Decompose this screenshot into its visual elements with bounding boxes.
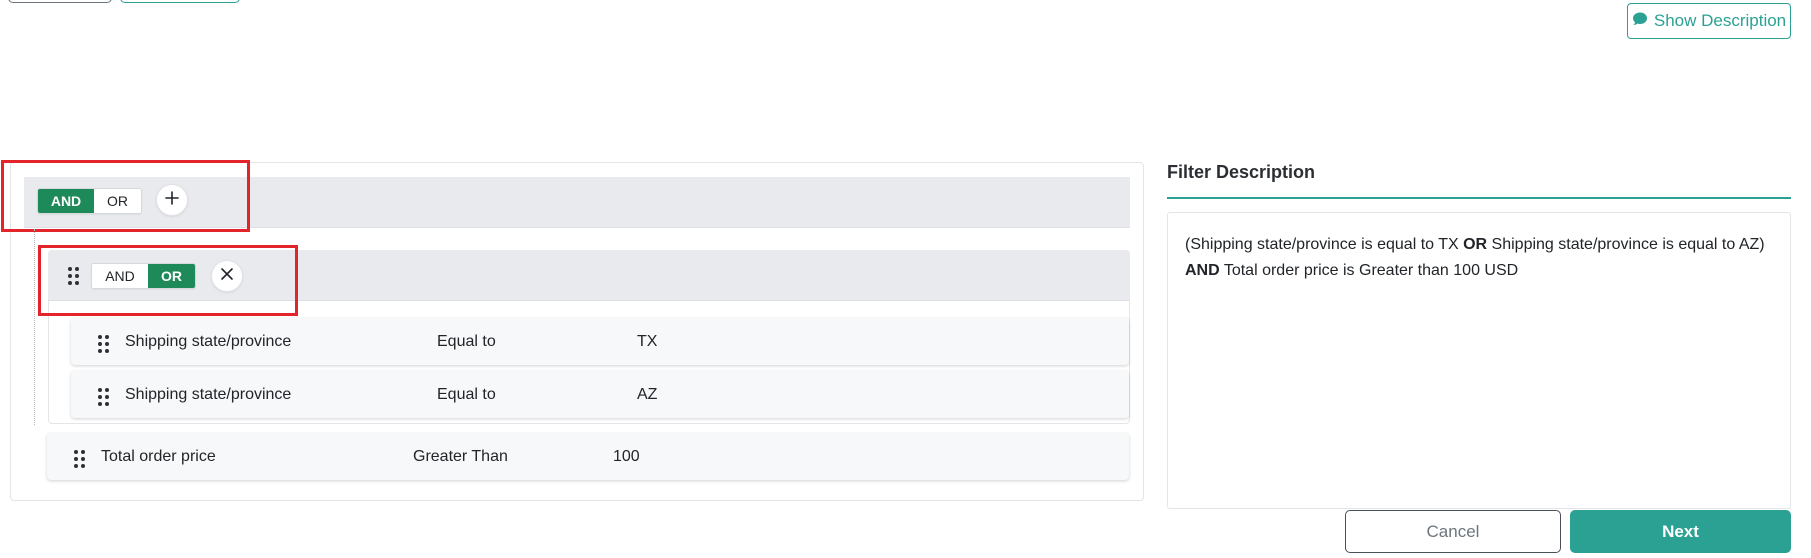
close-icon: [219, 266, 235, 287]
root-and-or-toggle: AND OR: [37, 188, 142, 214]
tree-line: [34, 229, 35, 425]
nested-and-button[interactable]: AND: [92, 264, 148, 288]
add-rule-button[interactable]: [156, 184, 188, 216]
rule-field[interactable]: Total order price: [101, 448, 216, 466]
root-and-button[interactable]: AND: [38, 189, 94, 213]
rule-row: Shipping state/province Equal to AZ: [71, 371, 1129, 418]
rule-row: Shipping state/province Equal to TX: [71, 318, 1129, 365]
drag-handle-icon[interactable]: [98, 335, 109, 353]
drag-handle-icon[interactable]: [74, 450, 85, 468]
nested-or-button[interactable]: OR: [148, 264, 195, 288]
rule-value[interactable]: TX: [637, 333, 657, 351]
partial-button-left[interactable]: [8, 0, 112, 3]
root-group-header: [24, 177, 1130, 228]
show-description-label: Show Description: [1653, 11, 1787, 30]
rule-row: Total order price Greater Than 100: [47, 433, 1129, 480]
comment-icon: [1632, 11, 1648, 32]
filter-description-box: (Shipping state/province is equal to TX …: [1167, 212, 1791, 509]
drag-handle-icon[interactable]: [68, 267, 79, 285]
rule-operator[interactable]: Greater Than: [413, 448, 508, 466]
rule-value[interactable]: 100: [613, 448, 640, 466]
filter-description-title: Filter Description: [1167, 162, 1316, 182]
cancel-button[interactable]: Cancel: [1345, 510, 1561, 553]
rule-field[interactable]: Shipping state/province: [125, 386, 291, 404]
drag-handle-icon[interactable]: [98, 388, 109, 406]
show-description-button[interactable]: Show Description: [1627, 3, 1791, 39]
rule-operator[interactable]: Equal to: [437, 333, 496, 351]
rule-field[interactable]: Shipping state/province: [125, 333, 291, 351]
rule-value[interactable]: AZ: [637, 386, 657, 404]
next-button[interactable]: Next: [1570, 510, 1791, 553]
partial-button-right[interactable]: [120, 0, 240, 3]
remove-group-button[interactable]: [211, 260, 243, 292]
filter-description-underline: [1167, 197, 1791, 199]
filter-description-line2: AND Total order price is Greater than 10…: [1185, 262, 1519, 279]
rule-operator[interactable]: Equal to: [437, 386, 496, 404]
nested-and-or-toggle: AND OR: [91, 263, 196, 289]
filter-description-line1: (Shipping state/province is equal to TX …: [1185, 236, 1765, 253]
root-or-button[interactable]: OR: [94, 189, 141, 213]
plus-icon: [164, 190, 180, 211]
